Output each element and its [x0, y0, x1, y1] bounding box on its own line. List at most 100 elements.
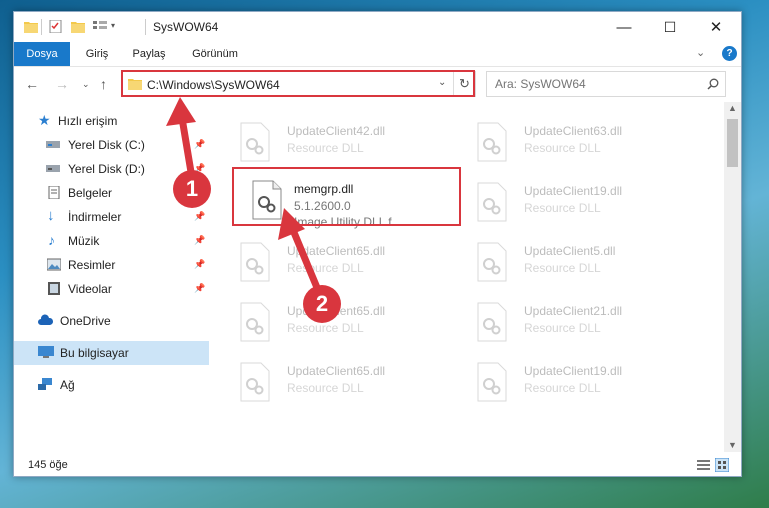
sidebar-item-music[interactable]: ♪ Müzik 📌 [14, 229, 209, 253]
sidebar-item-label: Yerel Disk (D:) [68, 162, 145, 176]
folder-icon[interactable] [24, 20, 38, 33]
tab-gorunum[interactable]: Görünüm [182, 42, 248, 66]
video-icon [48, 282, 60, 295]
file-item[interactable]: UpdateClient63.dll Resource DLL [464, 116, 689, 168]
scrollbar-thumb[interactable] [727, 119, 738, 167]
sidebar-item-videos[interactable]: Videolar 📌 [14, 277, 209, 301]
pin-icon[interactable]: 📌 [194, 283, 205, 294]
file-description: Resource DLL [287, 381, 364, 395]
drive-icon [46, 165, 60, 172]
sidebar-item-this-pc[interactable]: Bu bilgisayar [14, 341, 209, 365]
sidebar-item-quick-access[interactable]: ★ Hızlı erişim [14, 109, 209, 133]
pin-icon[interactable]: 📌 [194, 259, 205, 270]
minimize-button[interactable]: — [601, 12, 647, 42]
file-item[interactable]: UpdateClient65.dll Resource DLL [227, 356, 452, 408]
sidebar-item-drive-c[interactable]: Yerel Disk (C:) 📌 [14, 133, 209, 157]
step-2-badge: 2 [303, 285, 341, 323]
sidebar-item-downloads[interactable]: ↓ İndirmeler 📌 [14, 205, 209, 229]
scroll-up-icon[interactable]: ▲ [728, 103, 737, 113]
picture-icon [47, 258, 61, 271]
view-options-icon[interactable] [93, 20, 107, 33]
pin-icon[interactable]: 📌 [194, 139, 205, 150]
file-description: Resource DLL [524, 201, 601, 215]
status-bar: 145 öğe [14, 454, 741, 476]
address-highlight-box [121, 70, 475, 97]
dll-file-icon [477, 182, 507, 222]
document-icon [48, 186, 60, 199]
qat-dropdown-icon[interactable]: ▾ [111, 21, 115, 30]
file-list: UpdateClient42.dll Resource DLL UpdateCl… [219, 102, 724, 452]
file-item[interactable]: UpdateClient65.dll Resource DLL [227, 236, 452, 288]
file-highlight-box [232, 167, 461, 226]
file-name: UpdateClient21.dll [524, 304, 623, 318]
close-button[interactable]: ✕ [693, 12, 739, 42]
dll-file-icon [240, 302, 270, 342]
sidebar-item-label: Hızlı erişim [58, 114, 118, 128]
tiles-view-icon[interactable] [715, 458, 729, 472]
divider [145, 19, 146, 35]
drive-icon [46, 141, 60, 148]
pin-icon[interactable]: 📌 [194, 211, 205, 222]
file-item[interactable]: UpdateClient19.dll Resource DLL [464, 356, 689, 408]
cloud-icon [38, 314, 54, 325]
window-title: SysWOW64 [153, 20, 219, 34]
dll-file-icon [240, 362, 270, 402]
up-arrow-icon[interactable]: ↑ [100, 76, 107, 92]
tab-dosya[interactable]: Dosya [14, 42, 70, 66]
sidebar-item-onedrive[interactable]: OneDrive [14, 309, 209, 333]
search-icon[interactable] [707, 78, 719, 90]
maximize-button[interactable]: ☐ [647, 12, 693, 42]
dll-file-icon [477, 302, 507, 342]
file-name: UpdateClient42.dll [287, 124, 386, 138]
forward-arrow-icon[interactable]: → [55, 76, 69, 92]
tab-paylas[interactable]: Paylaş [124, 42, 174, 66]
dll-file-icon [477, 362, 507, 402]
scroll-down-icon[interactable]: ▼ [728, 440, 737, 450]
network-icon [38, 378, 52, 390]
file-item[interactable]: UpdateClient42.dll Resource DLL [227, 116, 452, 168]
sidebar-item-pictures[interactable]: Resimler 📌 [14, 253, 209, 277]
file-name: UpdateClient19.dll [524, 184, 623, 198]
vertical-scrollbar[interactable]: ▲ ▼ [724, 102, 741, 452]
music-icon: ♪ [48, 232, 55, 248]
file-name: UpdateClient63.dll [524, 124, 623, 138]
file-description: Resource DLL [524, 381, 601, 395]
item-count: 145 öğe [28, 459, 68, 471]
search-input[interactable] [493, 76, 697, 92]
file-item[interactable]: UpdateClient21.dll Resource DLL [464, 296, 689, 348]
file-description: Resource DLL [524, 321, 601, 335]
help-icon[interactable]: ? [722, 46, 737, 61]
tab-giris[interactable]: Giriş [76, 42, 118, 66]
file-description: Resource DLL [287, 141, 364, 155]
new-folder-icon[interactable] [71, 20, 85, 33]
back-arrow-icon[interactable]: ← [25, 76, 39, 92]
sidebar-item-label: Müzik [68, 234, 100, 248]
navigation-pane: ★ Hızlı erişim Yerel Disk (C:) 📌 Yerel D… [14, 102, 209, 452]
file-item[interactable]: UpdateClient19.dll Resource DLL [464, 176, 689, 228]
dll-file-icon [240, 122, 270, 162]
details-view-icon[interactable] [697, 459, 710, 471]
properties-icon[interactable] [49, 20, 63, 33]
dll-file-icon [240, 242, 270, 282]
sidebar-item-label: Ağ [60, 378, 75, 392]
recent-locations-icon[interactable]: ⌄ [82, 79, 90, 90]
sidebar-item-label: Bu bilgisayar [60, 346, 129, 360]
sidebar-item-network[interactable]: Ağ [14, 373, 209, 397]
star-icon: ★ [38, 112, 51, 128]
file-description: Resource DLL [524, 261, 601, 275]
sidebar-item-label: Resimler [68, 258, 116, 272]
dll-file-icon [477, 122, 507, 162]
pin-icon[interactable]: 📌 [194, 235, 205, 246]
file-name: UpdateClient19.dll [524, 364, 623, 378]
sidebar-item-label: OneDrive [60, 314, 111, 328]
sidebar-item-label: Belgeler [68, 186, 113, 200]
search-box[interactable] [486, 71, 726, 97]
chevron-down-icon[interactable]: ⌄ [696, 46, 705, 59]
sidebar-item-label: İndirmeler [68, 210, 122, 224]
sidebar-item-label: Yerel Disk (C:) [68, 138, 145, 152]
computer-icon [38, 346, 54, 358]
dll-file-icon [477, 242, 507, 282]
file-item[interactable]: UpdateClient5.dll Resource DLL [464, 236, 689, 288]
title-bar: ▾ SysWOW64 — ☐ ✕ [14, 12, 741, 42]
file-description: Resource DLL [287, 321, 364, 335]
